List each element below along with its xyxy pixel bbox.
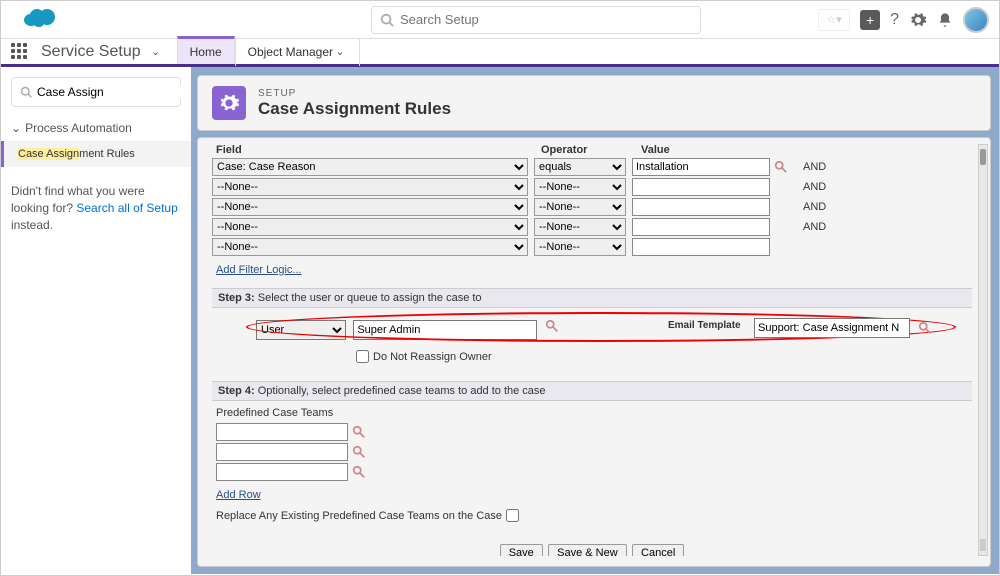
step3-bar: Step 3: Select the user or queue to assi… — [212, 288, 972, 308]
criteria-operator-select[interactable]: --None-- — [534, 178, 626, 196]
tab-home[interactable]: Home — [177, 36, 235, 64]
lookup-icon[interactable] — [544, 318, 560, 334]
step3-row: User Email Template — [256, 318, 972, 346]
criteria-row: --None-- --None-- AND — [212, 178, 972, 196]
search-all-setup-link[interactable]: Search all of Setup — [76, 201, 177, 215]
save-and-new-button[interactable]: Save & New — [548, 544, 627, 556]
global-add-button[interactable]: + — [860, 10, 880, 30]
predefined-teams-label: Predefined Case Teams — [216, 407, 972, 419]
criteria-row: --None-- --None-- — [212, 238, 972, 256]
app-name: Service Setup — [41, 43, 141, 61]
sidebar-item-case-assignment-rules[interactable]: Case Assignment Rules — [1, 141, 191, 167]
predefined-team-input[interactable] — [216, 443, 348, 461]
logic-and: AND — [803, 201, 826, 213]
lookup-icon[interactable] — [773, 159, 789, 175]
add-row-link[interactable]: Add Row — [216, 489, 261, 501]
logic-and: AND — [803, 161, 826, 173]
lookup-icon[interactable] — [917, 320, 933, 336]
do-not-reassign-checkbox[interactable] — [356, 350, 369, 363]
cancel-button[interactable]: Cancel — [632, 544, 684, 556]
do-not-reassign-label: Do Not Reassign Owner — [373, 351, 492, 363]
chevron-down-icon: ⌄ — [333, 45, 347, 58]
criteria-field-select[interactable]: --None-- — [212, 178, 528, 196]
help-icon[interactable]: ? — [890, 11, 899, 29]
predefined-team-input[interactable] — [216, 423, 348, 441]
criteria-row: Case: Case Reason equals AND — [212, 158, 972, 176]
salesforce-logo — [21, 6, 61, 34]
save-button[interactable]: Save — [500, 544, 543, 556]
main-canvas: SETUP Case Assignment Rules Field Operat… — [191, 67, 999, 574]
criteria-field-select[interactable]: --None-- — [212, 218, 528, 236]
sidebar-help-text: Didn't find what you were looking for? S… — [11, 183, 181, 233]
replace-teams-label: Replace Any Existing Predefined Case Tea… — [216, 510, 502, 522]
criteria-field-select[interactable]: --None-- — [212, 238, 528, 256]
global-search[interactable] — [371, 6, 701, 34]
lookup-icon[interactable] — [351, 464, 367, 480]
search-icon — [20, 86, 32, 98]
step4-bar: Step 4: Optionally, select predefined ca… — [212, 381, 972, 401]
col-field: Field — [216, 144, 541, 156]
favorites-button[interactable]: ☆▾ — [818, 9, 850, 31]
criteria-field-select[interactable]: --None-- — [212, 198, 528, 216]
logic-and: AND — [803, 221, 826, 233]
chevron-down-icon[interactable]: ⌄ — [149, 45, 163, 58]
detail-panel: Field Operator Value Case: Case Reason eq… — [197, 137, 991, 567]
criteria-operator-select[interactable]: --None-- — [534, 218, 626, 236]
email-template-input[interactable] — [754, 318, 910, 338]
tab-object-manager[interactable]: Object Manager⌄ — [235, 38, 360, 66]
criteria-value-input[interactable] — [632, 158, 770, 176]
sidebar-section-process-automation[interactable]: ⌄ Process Automation — [11, 121, 181, 135]
criteria-value-input[interactable] — [632, 198, 770, 216]
bell-icon[interactable] — [937, 12, 953, 28]
gear-icon[interactable] — [909, 11, 927, 29]
logic-and: AND — [803, 181, 826, 193]
search-icon — [380, 13, 394, 27]
col-operator: Operator — [541, 144, 641, 156]
criteria-value-input[interactable] — [632, 178, 770, 196]
replace-teams-checkbox[interactable] — [506, 509, 519, 522]
criteria-operator-select[interactable]: --None-- — [534, 198, 626, 216]
page-title: Case Assignment Rules — [258, 99, 451, 119]
chevron-down-icon: ⌄ — [11, 121, 21, 135]
criteria-row: --None-- --None-- AND — [212, 198, 972, 216]
lookup-icon[interactable] — [351, 424, 367, 440]
page-header: SETUP Case Assignment Rules — [197, 75, 991, 131]
add-filter-logic-link[interactable]: Add Filter Logic... — [216, 264, 302, 276]
sidebar-search[interactable] — [11, 77, 181, 107]
app-launcher-icon[interactable] — [11, 43, 29, 61]
scrollbar[interactable] — [978, 144, 988, 556]
global-topbar: ☆▾ + ? — [1, 1, 999, 39]
assignee-name-input[interactable] — [353, 320, 537, 340]
criteria-row: --None-- --None-- AND — [212, 218, 972, 236]
assignee-type-select[interactable]: User — [256, 320, 346, 340]
criteria-value-input[interactable] — [632, 218, 770, 236]
email-template-label: Email Template — [668, 320, 741, 331]
app-navbar: Service Setup ⌄ Home Object Manager⌄ — [1, 39, 999, 67]
global-search-input[interactable] — [400, 12, 692, 27]
predefined-team-input[interactable] — [216, 463, 348, 481]
user-avatar[interactable] — [963, 7, 989, 33]
lookup-icon[interactable] — [351, 444, 367, 460]
setup-sidebar: ⌄ Process Automation Case Assignment Rul… — [1, 67, 191, 574]
page-header-eyebrow: SETUP — [258, 88, 451, 99]
criteria-operator-select[interactable]: --None-- — [534, 238, 626, 256]
criteria-field-select[interactable]: Case: Case Reason — [212, 158, 528, 176]
gear-icon — [212, 86, 246, 120]
criteria-operator-select[interactable]: equals — [534, 158, 626, 176]
sidebar-search-input[interactable] — [37, 85, 192, 99]
criteria-value-input[interactable] — [632, 238, 770, 256]
col-value: Value — [641, 144, 781, 156]
